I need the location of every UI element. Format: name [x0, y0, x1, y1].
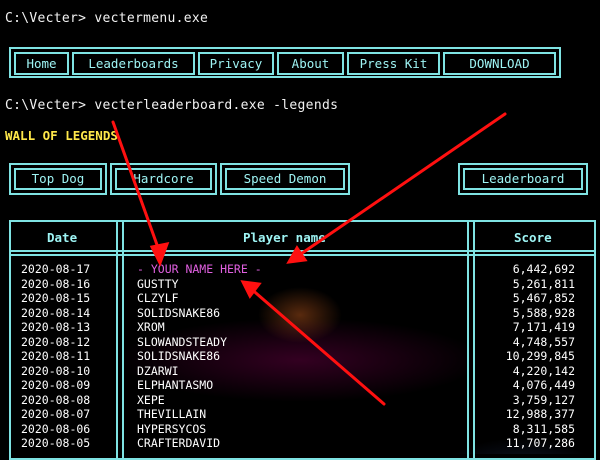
nav-bar: Home Leaderboards Privacy About Press Ki…	[9, 47, 561, 78]
table-row: 2020-08-15 CLZYLF 5,467,852	[11, 291, 594, 306]
legends-table: Date Player name Score 2020-08-17 - YOUR …	[9, 220, 596, 460]
row-date: 2020-08-07	[21, 407, 91, 421]
nav-about[interactable]: About	[277, 52, 344, 75]
row-score: 7,171,419	[512, 320, 575, 334]
row-score: 3,759,127	[512, 392, 575, 407]
row-player-name: CLZYLF	[137, 291, 179, 305]
command-line-leaderboard: C:\Vecter> vecterleaderboard.exe -legend…	[5, 98, 339, 113]
table-row: 2020-08-11 SOLIDSNAKE86 10,299,845	[11, 349, 594, 364]
row-player-name: SOLIDSNAKE86	[137, 349, 221, 363]
row-date: 2020-08-13	[21, 320, 91, 334]
row-score: 5,588,928	[512, 305, 575, 320]
row-date: 2020-08-06	[21, 421, 91, 436]
row-player-name: GUSTTY	[137, 276, 179, 291]
table-row: 2020-08-10 DZARWI 4,220,142	[11, 364, 594, 379]
row-player-name: HYPERSYCOS	[137, 421, 207, 436]
header-divider	[11, 254, 594, 256]
row-score: 12,988,377	[505, 407, 575, 421]
filter-hardcore[interactable]: Hardcore	[110, 163, 217, 195]
row-player-name: ELPHANTASMO	[137, 378, 214, 392]
table-row: 2020-08-16 GUSTTY 5,261,811	[11, 277, 594, 292]
nav-privacy[interactable]: Privacy	[198, 52, 274, 75]
row-date: 2020-08-16	[21, 276, 91, 291]
row-score: 11,707,286	[505, 436, 575, 450]
row-score: 4,220,142	[512, 363, 575, 378]
filter-top-dog[interactable]: Top Dog	[9, 163, 107, 195]
row-date: 2020-08-09	[21, 378, 91, 392]
table-row: 2020-08-14 SOLIDSNAKE86 5,588,928	[11, 306, 594, 321]
row-date: 2020-08-12	[21, 334, 91, 349]
nav-press-kit[interactable]: Press Kit	[347, 52, 440, 75]
row-player-name: XEPE	[137, 392, 165, 407]
row-date: 2020-08-08	[21, 392, 91, 407]
filter-top-dog-label: Top Dog	[14, 168, 102, 190]
nav-leaderboards[interactable]: Leaderboards	[72, 52, 195, 75]
table-row: 2020-08-06 HYPERSYCOS 8,311,585	[11, 422, 594, 437]
filter-speed-demon[interactable]: Speed Demon	[220, 163, 350, 195]
header-divider	[11, 250, 594, 252]
row-player-name: SOLIDSNAKE86	[137, 305, 221, 320]
table-row: 2020-08-09 ELPHANTASMO 4,076,449	[11, 378, 594, 393]
leaderboard-button[interactable]: Leaderboard	[458, 163, 588, 195]
command-line-menu: C:\Vecter> vectermenu.exe	[5, 11, 209, 26]
nav-home[interactable]: Home	[14, 52, 69, 75]
row-score: 10,299,845	[505, 349, 575, 363]
leaderboard-button-label: Leaderboard	[463, 168, 583, 190]
row-date: 2020-08-05	[21, 436, 91, 450]
table-row: 2020-08-07 THEVILLAIN 12,988,377	[11, 407, 594, 422]
row-player-name: XROM	[137, 320, 165, 334]
table-row: 2020-08-12 SLOWANDSTEADY 4,748,557	[11, 335, 594, 350]
row-player-name: SLOWANDSTEADY	[137, 334, 228, 349]
table-row: 2020-08-17 - YOUR NAME HERE - 6,442,692	[11, 262, 594, 277]
row-date: 2020-08-15	[21, 291, 91, 305]
row-date: 2020-08-11	[21, 349, 91, 363]
filter-speed-demon-label: Speed Demon	[225, 168, 345, 190]
row-player-name: CRAFTERDAVID	[137, 436, 221, 450]
row-score: 5,467,852	[512, 291, 575, 305]
row-player-name: - YOUR NAME HERE -	[137, 262, 262, 276]
header-date: Date	[47, 230, 78, 245]
row-date: 2020-08-14	[21, 305, 91, 320]
row-score: 6,442,692	[512, 262, 575, 276]
row-score: 5,261,811	[512, 276, 575, 291]
row-score: 4,076,449	[512, 378, 575, 392]
row-player-name: THEVILLAIN	[137, 407, 207, 421]
page-title: WALL OF LEGENDS	[5, 128, 118, 143]
table-row: 2020-08-13 XROM 7,171,419	[11, 320, 594, 335]
table-row: 2020-08-05 CRAFTERDAVID 11,707,286	[11, 436, 594, 451]
header-player-name: Player name	[243, 230, 326, 245]
row-score: 4,748,557	[512, 334, 575, 349]
row-date: 2020-08-10	[21, 363, 91, 378]
nav-download[interactable]: DOWNLOAD	[443, 52, 556, 75]
row-player-name: DZARWI	[137, 363, 179, 378]
row-date: 2020-08-17	[21, 262, 91, 276]
header-score: Score	[514, 230, 552, 245]
table-body: 2020-08-17- YOUR NAME HERE -6,442,692 202…	[11, 262, 594, 451]
table-row: 2020-08-08 XEPE 3,759,127	[11, 393, 594, 408]
row-score: 8,311,585	[512, 421, 575, 436]
filter-hardcore-label: Hardcore	[115, 168, 212, 190]
